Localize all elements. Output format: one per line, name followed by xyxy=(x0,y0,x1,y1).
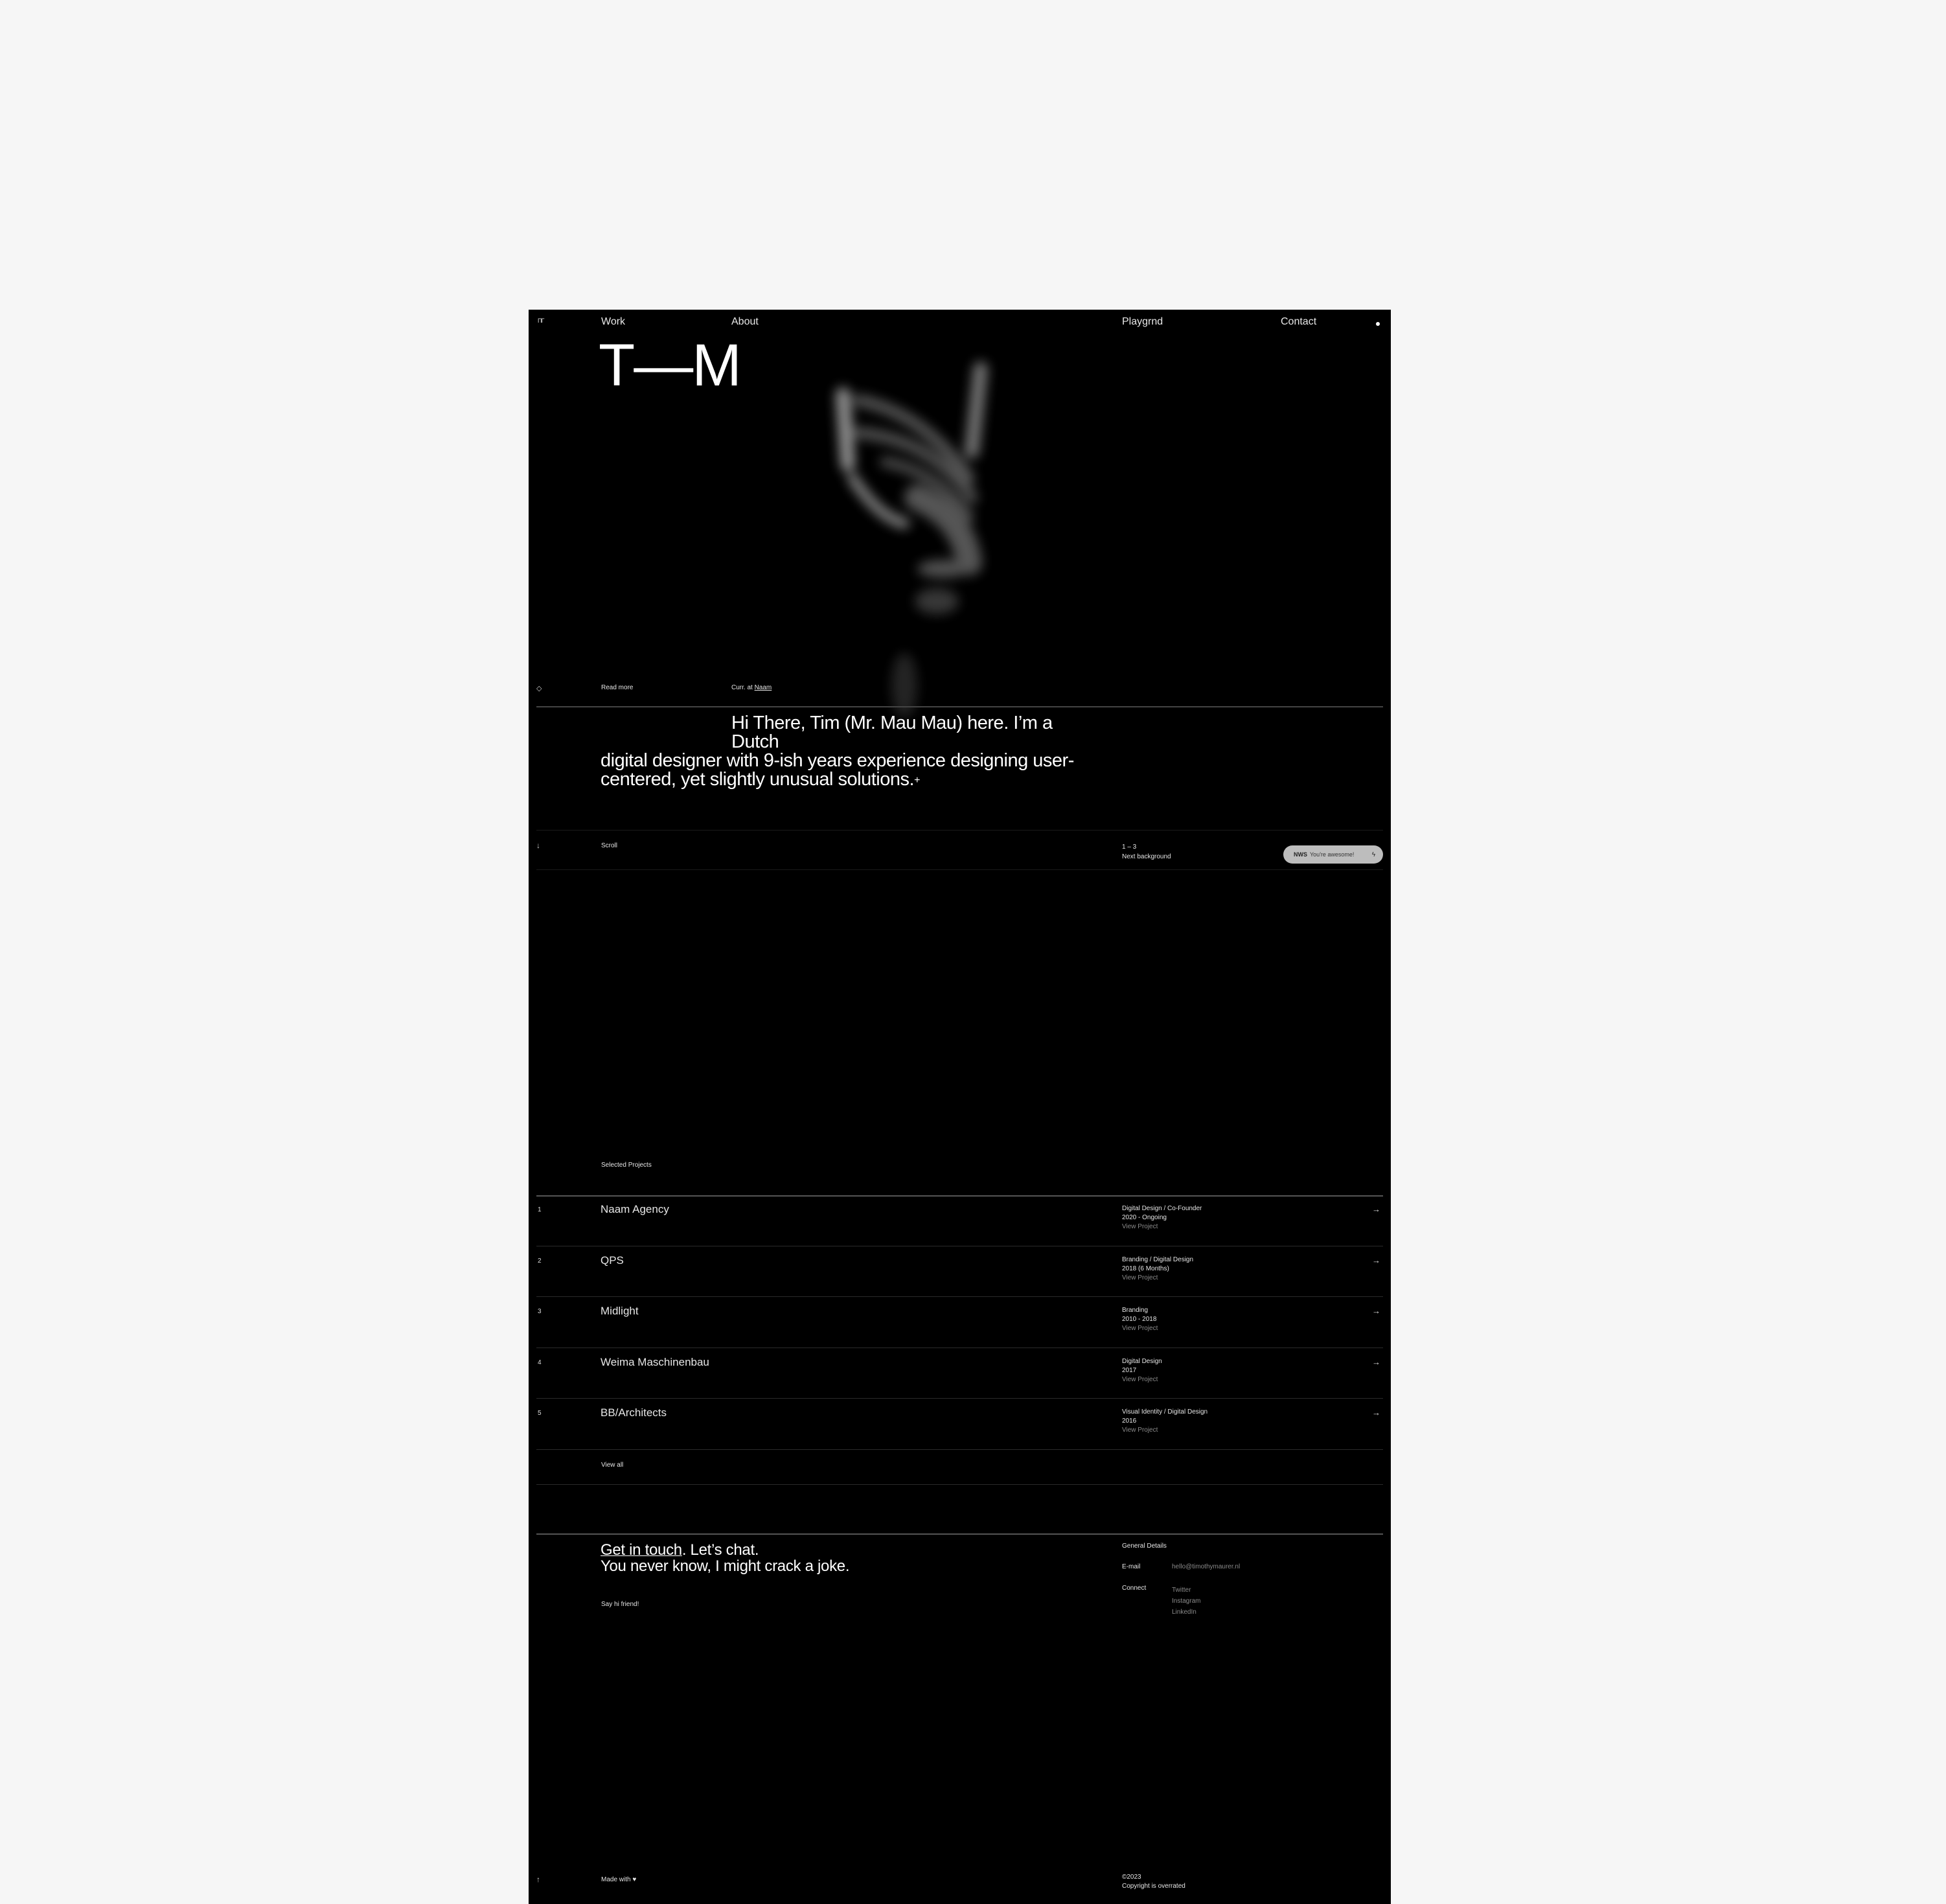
arrow-right-icon[interactable]: → xyxy=(1372,1204,1380,1214)
arrow-right-icon[interactable]: → xyxy=(1372,1357,1380,1367)
connect-label: Connect xyxy=(1122,1585,1147,1592)
social-links: Twitter Instagram LinkedIn xyxy=(1172,1585,1200,1618)
email-label: E-mail xyxy=(1122,1563,1141,1570)
arrow-right-icon[interactable]: → xyxy=(1372,1408,1380,1417)
divider xyxy=(536,1533,1383,1535)
project-period: 2017 xyxy=(1122,1366,1137,1374)
project-meta: Digital Design 2017 View Project xyxy=(1122,1357,1162,1384)
copyright: ©2023 Copyright is overrated xyxy=(1122,1873,1185,1891)
get-in-touch-link[interactable]: Get in touch xyxy=(601,1541,682,1559)
nav-playgrnd[interactable]: Playgrnd xyxy=(1122,316,1163,328)
project-discipline: Digital Design / Co-Founder xyxy=(1122,1205,1202,1212)
headline-rest: . Let’s chat. xyxy=(681,1541,759,1559)
project-row[interactable]: 2 QPS Branding / Digital Design 2018 (6 Mon… xyxy=(529,1246,1391,1297)
copyright-year: ©2023 xyxy=(1122,1874,1141,1881)
project-meta: Digital Design / Co-Founder 2020 - Ongoin… xyxy=(1122,1204,1202,1232)
divider xyxy=(536,1484,1383,1485)
project-title[interactable]: BB/Architects xyxy=(601,1406,667,1419)
nav-work[interactable]: Work xyxy=(601,316,625,328)
arrow-right-icon[interactable]: → xyxy=(1372,1306,1380,1316)
project-meta: Branding / Digital Design 2018 (6 Months)… xyxy=(1122,1256,1193,1283)
project-title[interactable]: QPS xyxy=(601,1254,624,1267)
heart-icon: ♥ xyxy=(632,1876,637,1883)
background-counter: 1 – 3 xyxy=(1122,843,1137,851)
project-title[interactable]: Midlight xyxy=(601,1305,639,1318)
copyright-text: Copyright is overrated xyxy=(1122,1883,1185,1890)
naam-link[interactable]: Naam xyxy=(755,684,772,691)
project-discipline: Digital Design xyxy=(1122,1357,1162,1365)
project-number: 5 xyxy=(538,1410,542,1417)
intro-line-2: digital designer with 9-ish years experi… xyxy=(601,750,1074,771)
divider xyxy=(536,706,1383,707)
project-period: 2018 (6 Months) xyxy=(1122,1265,1169,1272)
selected-projects-heading: Selected Projects xyxy=(601,1162,652,1169)
linkedin-link[interactable]: LinkedIn xyxy=(1172,1607,1200,1618)
eye-icon: ◇ xyxy=(536,685,542,693)
project-row[interactable]: 3 Midlight Branding 2010 - 2018 View Project… xyxy=(529,1297,1391,1348)
project-number: 2 xyxy=(538,1257,542,1265)
read-more-link[interactable]: Read more xyxy=(601,684,633,691)
current-prefix: Curr. at xyxy=(731,684,753,691)
current-position: Curr. at Naam xyxy=(731,684,772,691)
view-all-link[interactable]: View all xyxy=(601,1462,623,1469)
arrow-right-icon[interactable]: → xyxy=(1372,1256,1380,1265)
project-period: 2016 xyxy=(1122,1417,1137,1425)
project-row[interactable]: 5 BB/Architects Visual Identity / Digital … xyxy=(529,1399,1391,1450)
project-discipline: Visual Identity / Digital Design xyxy=(1122,1408,1208,1416)
view-project-link[interactable]: View Project xyxy=(1122,1324,1158,1333)
plus-icon[interactable]: + xyxy=(914,775,920,786)
headline-line-2: You never know, I might crack a joke. xyxy=(601,1557,850,1575)
project-row[interactable]: 1 Naam Agency Digital Design / Co-Founder 2… xyxy=(529,1195,1391,1246)
project-period: 2020 - Ongoing xyxy=(1122,1214,1167,1221)
email-link[interactable]: hello@timothymaurer.nl xyxy=(1172,1563,1240,1570)
hand-image xyxy=(836,361,988,718)
project-discipline: Branding xyxy=(1122,1307,1149,1314)
scroll-label[interactable]: Scroll xyxy=(601,842,617,849)
arrow-up-icon[interactable]: ↑ xyxy=(536,1875,540,1884)
project-number: 4 xyxy=(538,1359,542,1366)
project-number: 3 xyxy=(538,1308,542,1315)
background-switcher[interactable]: 1 – 3 Next background xyxy=(1122,842,1171,862)
project-period: 2010 - 2018 xyxy=(1122,1316,1157,1323)
view-project-link[interactable]: View Project xyxy=(1122,1426,1208,1435)
say-hi-link[interactable]: Say hi friend! xyxy=(601,1601,639,1608)
project-title[interactable]: Weima Maschinenbau xyxy=(601,1356,709,1369)
made-with: Made with ♥ xyxy=(601,1876,636,1883)
project-number: 1 xyxy=(538,1206,542,1213)
pill-text: You're awesome! xyxy=(1310,851,1355,858)
project-meta: Branding 2010 - 2018 View Project xyxy=(1122,1306,1158,1333)
instagram-link[interactable]: Instagram xyxy=(1172,1596,1200,1607)
intro-line-1: Hi There, Tim (Mr. Mau Mau) here. I’m a … xyxy=(731,713,1053,752)
bolt-icon: ϟ xyxy=(1371,851,1375,858)
nav-contact[interactable]: Contact xyxy=(1281,316,1316,328)
project-row[interactable]: 4 Weima Maschinenbau Digital Design 2017 Vie… xyxy=(529,1348,1391,1399)
arrow-down-icon[interactable]: ↓ xyxy=(536,841,540,850)
view-project-link[interactable]: View Project xyxy=(1122,1222,1202,1232)
project-title[interactable]: Naam Agency xyxy=(601,1203,669,1216)
nav-about[interactable]: About xyxy=(731,316,759,328)
portfolio-page: ΠΓ Work About Playgrnd Contact T—M ◇ Rea… xyxy=(529,310,1391,1904)
made-with-label: Made with xyxy=(601,1876,631,1883)
nws-pill-button[interactable]: NWS You're awesome! ϟ xyxy=(1283,845,1383,864)
intro-text: Hi There, Tim (Mr. Mau Mau) here. I’m a … xyxy=(601,714,1093,790)
project-meta: Visual Identity / Digital Design 2016 View… xyxy=(1122,1408,1208,1435)
twitter-link[interactable]: Twitter xyxy=(1172,1585,1200,1596)
general-details-heading: General Details xyxy=(1122,1543,1167,1550)
next-background-label[interactable]: Next background xyxy=(1122,852,1171,862)
pill-brand: NWS xyxy=(1294,851,1307,858)
intro-line-3: centered, yet slightly unusual solutions… xyxy=(601,769,915,790)
hero-title: T—M xyxy=(599,332,742,398)
contact-headline: Get in touch. Let’s chat. You never know… xyxy=(601,1541,850,1575)
divider xyxy=(536,869,1383,870)
divider xyxy=(536,830,1383,831)
view-project-link[interactable]: View Project xyxy=(1122,1375,1162,1384)
project-discipline: Branding / Digital Design xyxy=(1122,1256,1194,1263)
divider xyxy=(536,1449,1383,1450)
logo-icon[interactable]: ΠΓ xyxy=(538,317,545,324)
view-project-link[interactable]: View Project xyxy=(1122,1274,1193,1283)
menu-dot-icon[interactable] xyxy=(1376,322,1380,326)
